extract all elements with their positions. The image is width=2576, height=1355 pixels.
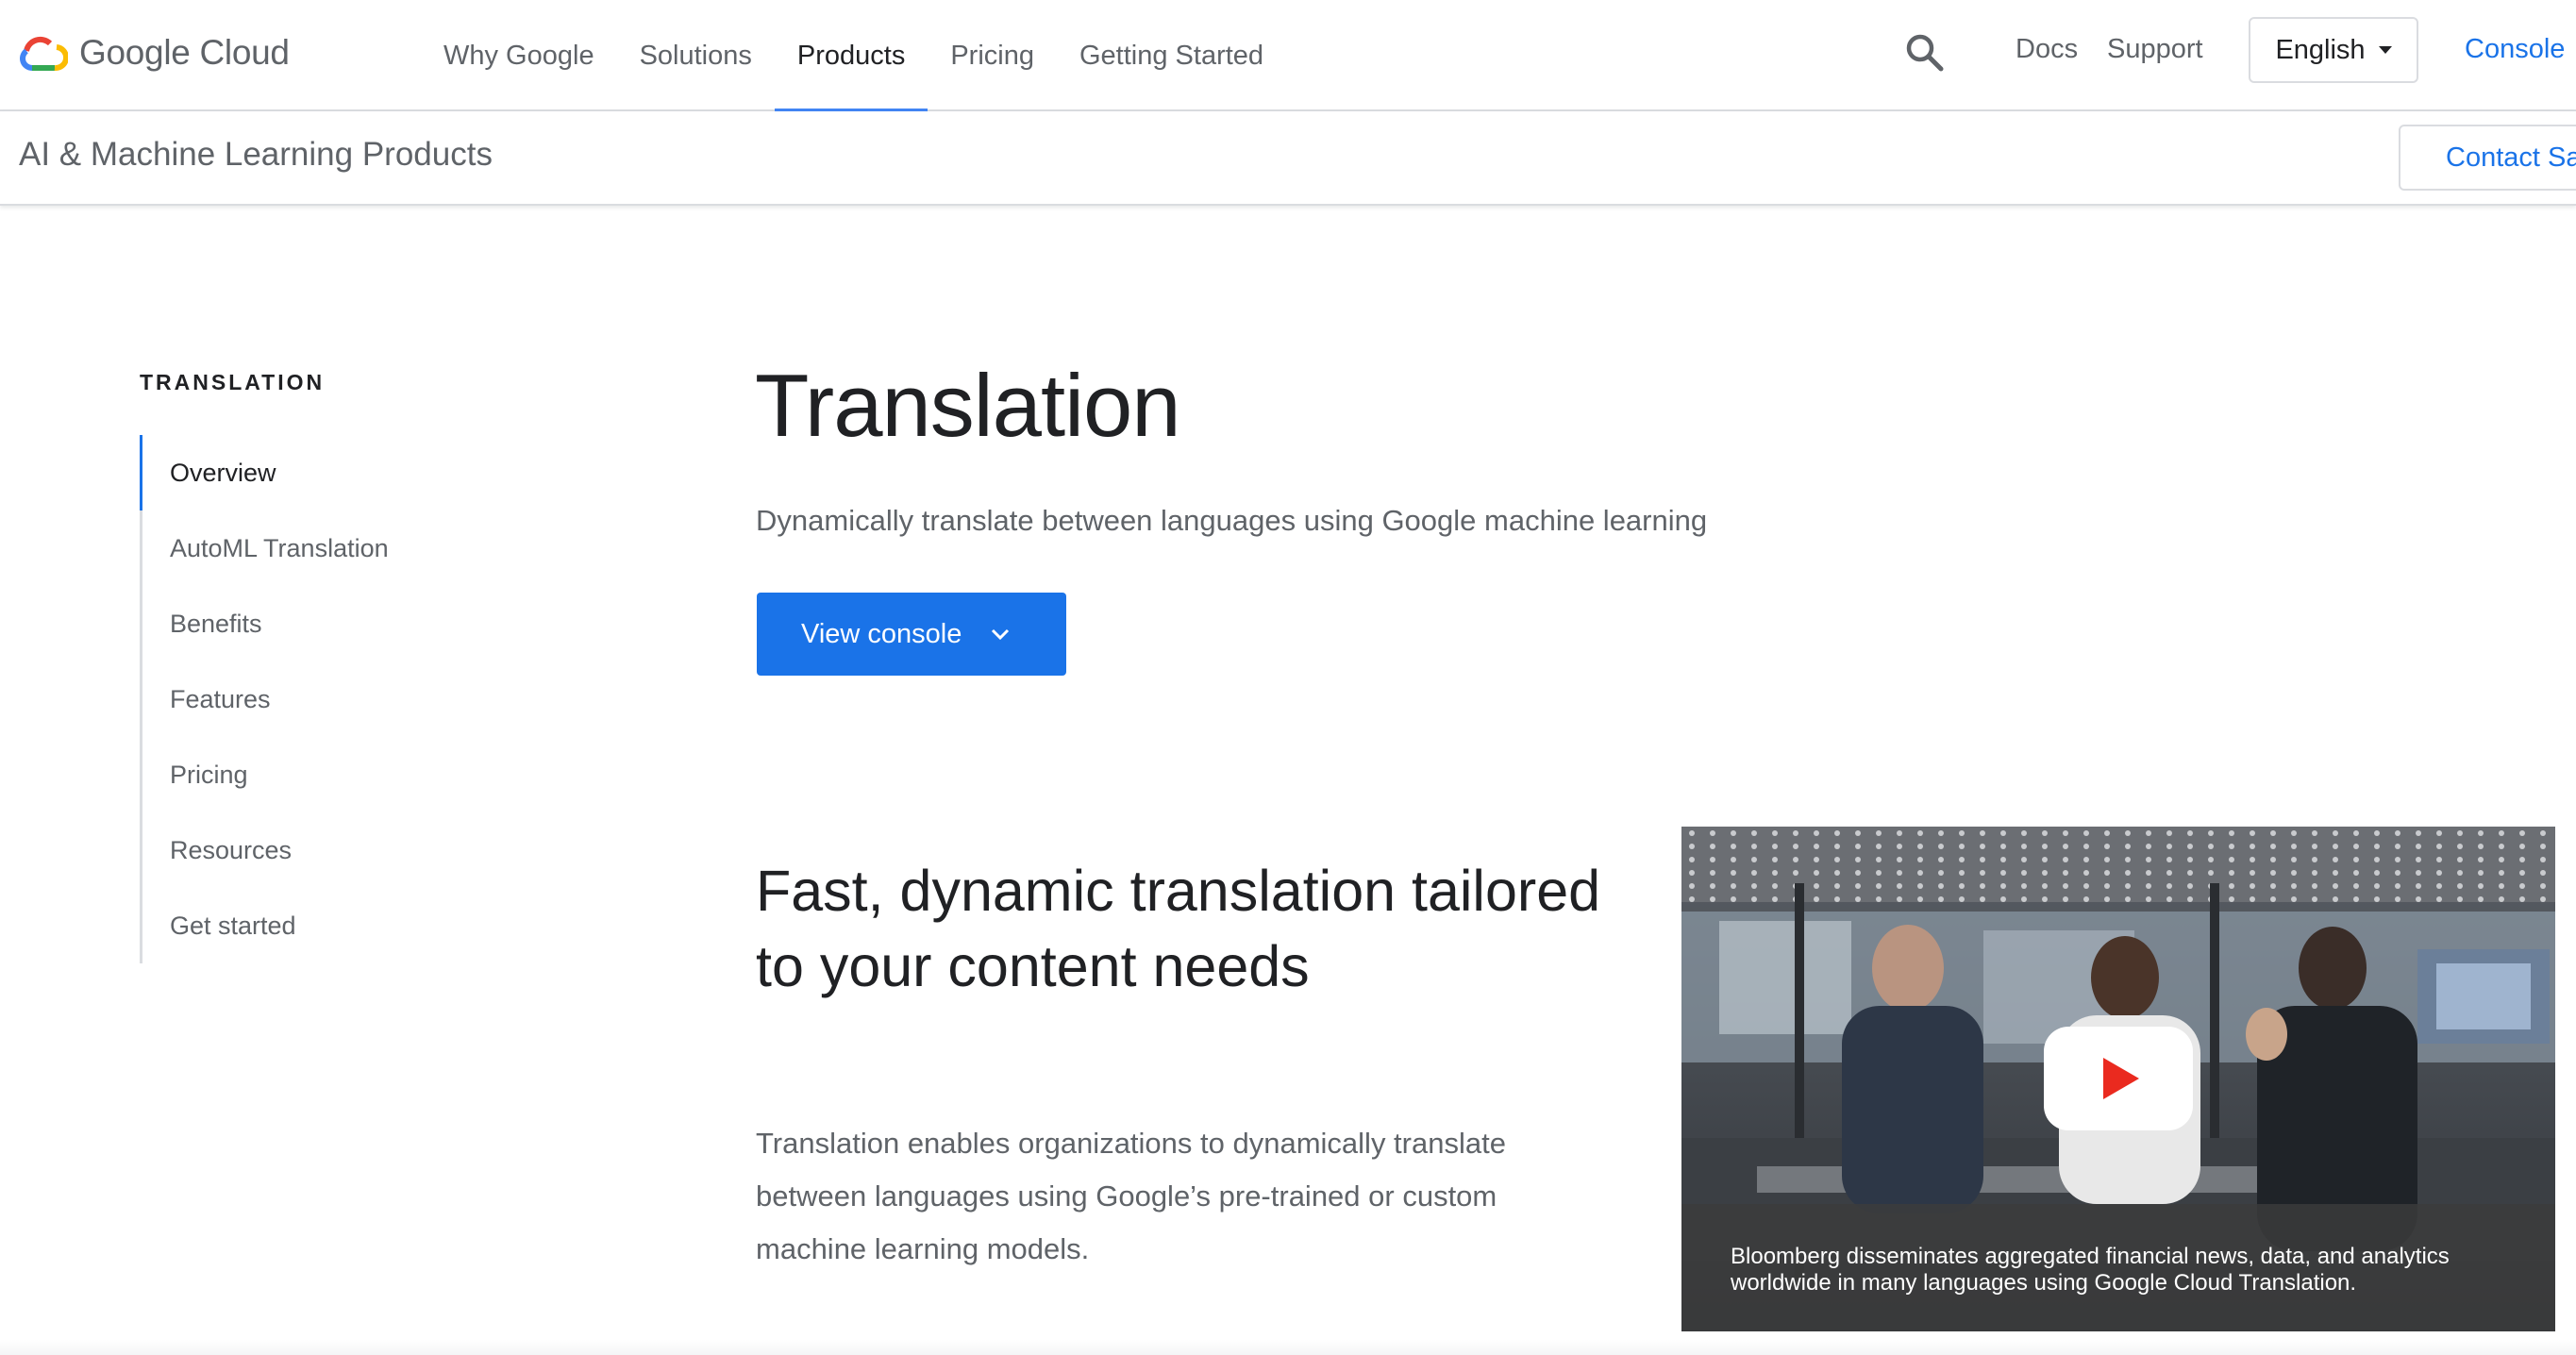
sidenav-item-get-started[interactable]: Get started (140, 888, 611, 963)
page-title: Translation (755, 356, 1181, 455)
nav-products[interactable]: Products (774, 0, 928, 113)
nav-label: Solutions (639, 40, 752, 71)
nav-why-google[interactable]: Why Google (421, 0, 617, 111)
sidenav-item-benefits[interactable]: Benefits (140, 586, 611, 661)
view-console-label: View console (801, 618, 962, 649)
docs-link[interactable]: Docs (2016, 34, 2078, 65)
caret-down-icon (2378, 46, 2392, 54)
subbar-title[interactable]: AI & Machine Learning Products (19, 136, 493, 174)
sidenav-item-resources[interactable]: Resources (140, 812, 611, 888)
search-icon (1906, 34, 1944, 72)
sidenav-item-pricing[interactable]: Pricing (140, 737, 611, 812)
page-bottom-divider (0, 1340, 2576, 1355)
primary-nav: Why Google Solutions Products Pricing Ge… (421, 0, 1286, 113)
page-subtitle: Dynamically translate between languages … (756, 504, 1708, 537)
nav-label: Products (796, 40, 906, 71)
sidenav-item-overview[interactable]: Overview (140, 435, 611, 510)
view-console-button[interactable]: View console (757, 593, 1066, 676)
sidenav-item-features[interactable]: Features (140, 661, 611, 737)
feature-description: Translation enables organizations to dyn… (756, 1127, 1506, 1265)
play-button[interactable] (2044, 1027, 2193, 1130)
google-cloud-icon (20, 36, 68, 72)
google-cloud-logo[interactable]: Google Cloud (19, 26, 290, 79)
chevron-down-icon (992, 628, 1010, 641)
sidenav-list: Overview AutoML Translation Benefits Fea… (140, 435, 611, 963)
product-subbar: AI & Machine Learning Products Contact S… (0, 111, 2576, 206)
video-player[interactable]: Bloomberg disseminates aggregated financ… (1681, 827, 2555, 1331)
nav-getting-started[interactable]: Getting Started (1057, 0, 1286, 111)
nav-label: Pricing (950, 40, 1034, 71)
video-caption: Bloomberg disseminates aggregated financ… (1681, 1204, 2555, 1331)
nav-label: Getting Started (1079, 40, 1264, 71)
side-navigation: TRANSLATION Overview AutoML Translation … (140, 370, 611, 963)
nav-label: Why Google (443, 40, 594, 71)
language-select[interactable]: English (2249, 17, 2418, 83)
search-button[interactable] (1902, 30, 1948, 75)
sidenav-item-automl-translation[interactable]: AutoML Translation (140, 510, 611, 586)
top-navigation-bar: Google Cloud Why Google Solutions Produc… (0, 0, 2576, 113)
nav-pricing[interactable]: Pricing (928, 0, 1057, 111)
language-value: English (2275, 34, 2366, 65)
nav-solutions[interactable]: Solutions (617, 0, 775, 111)
console-link[interactable]: Console (2465, 34, 2565, 65)
contact-sales-button[interactable]: Contact Sa (2399, 125, 2576, 191)
logo-text: Google Cloud (79, 33, 290, 72)
feature-heading: Fast, dynamic translation tailored to yo… (756, 859, 1601, 998)
support-link[interactable]: Support (2107, 34, 2203, 65)
sidenav-heading: TRANSLATION (140, 370, 326, 394)
youtube-play-icon (2103, 1058, 2139, 1099)
